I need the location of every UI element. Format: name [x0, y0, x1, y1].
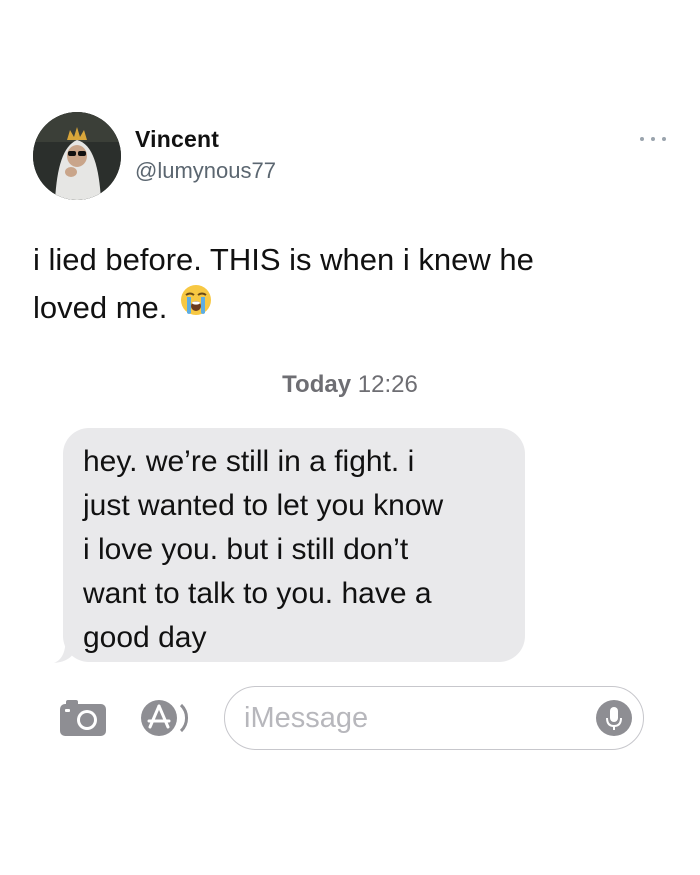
- loudly-crying-face-icon: [179, 283, 213, 331]
- microphone-icon[interactable]: [595, 699, 633, 737]
- avatar-photo: [33, 112, 121, 200]
- message-timestamp: Today 12:26: [0, 371, 700, 399]
- more-horizontal-icon[interactable]: [640, 126, 666, 152]
- message-line: hey. we’re still in a fight. i: [83, 445, 415, 478]
- timestamp-time: 12:26: [357, 371, 418, 398]
- camera-icon[interactable]: [57, 698, 109, 738]
- received-message-bubble[interactable]: hey. we’re still in a fight. i just want…: [63, 428, 525, 662]
- user-handle[interactable]: @lumynous77: [135, 158, 276, 184]
- message-line: want to talk to you. have a: [83, 577, 432, 610]
- timestamp-day: Today: [282, 371, 352, 398]
- display-name[interactable]: Vincent: [135, 126, 219, 153]
- message-line: good day: [83, 621, 207, 654]
- app-store-icon[interactable]: [138, 697, 198, 739]
- tweet-text-line-with-emoji: loved me.: [33, 284, 653, 334]
- tweet-text-line: loved me.: [33, 290, 168, 325]
- imessage-placeholder: iMessage: [244, 702, 369, 734]
- tweet-text: i lied before. THIS is when i knew he lo…: [33, 236, 653, 334]
- message-line: just wanted to let you know: [83, 489, 444, 522]
- avatar[interactable]: [33, 112, 121, 200]
- tweet-text-line: i lied before. THIS is when i knew he: [33, 242, 534, 277]
- imessage-input[interactable]: iMessage: [224, 686, 644, 750]
- message-line: i love you. but i still don’t: [83, 533, 409, 566]
